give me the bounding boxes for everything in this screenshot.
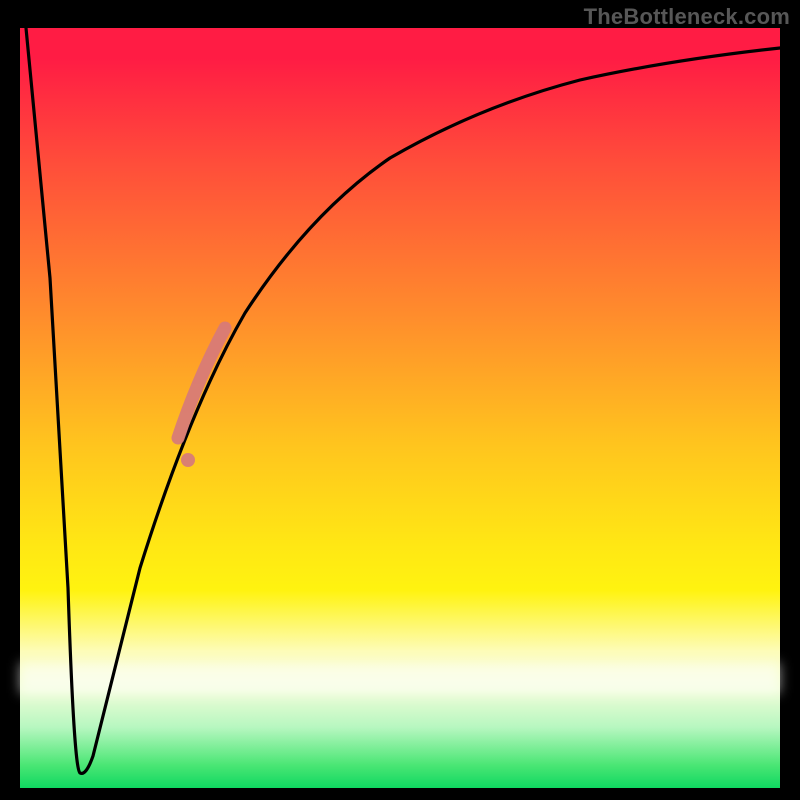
watermark-label: TheBottleneck.com bbox=[584, 4, 790, 30]
highlight-dot bbox=[181, 453, 195, 467]
highlight-segment bbox=[178, 328, 225, 438]
chart-frame: TheBottleneck.com bbox=[0, 0, 800, 800]
bottleneck-curve bbox=[26, 28, 780, 773]
plot-area bbox=[20, 28, 780, 788]
curve-svg bbox=[20, 28, 780, 788]
